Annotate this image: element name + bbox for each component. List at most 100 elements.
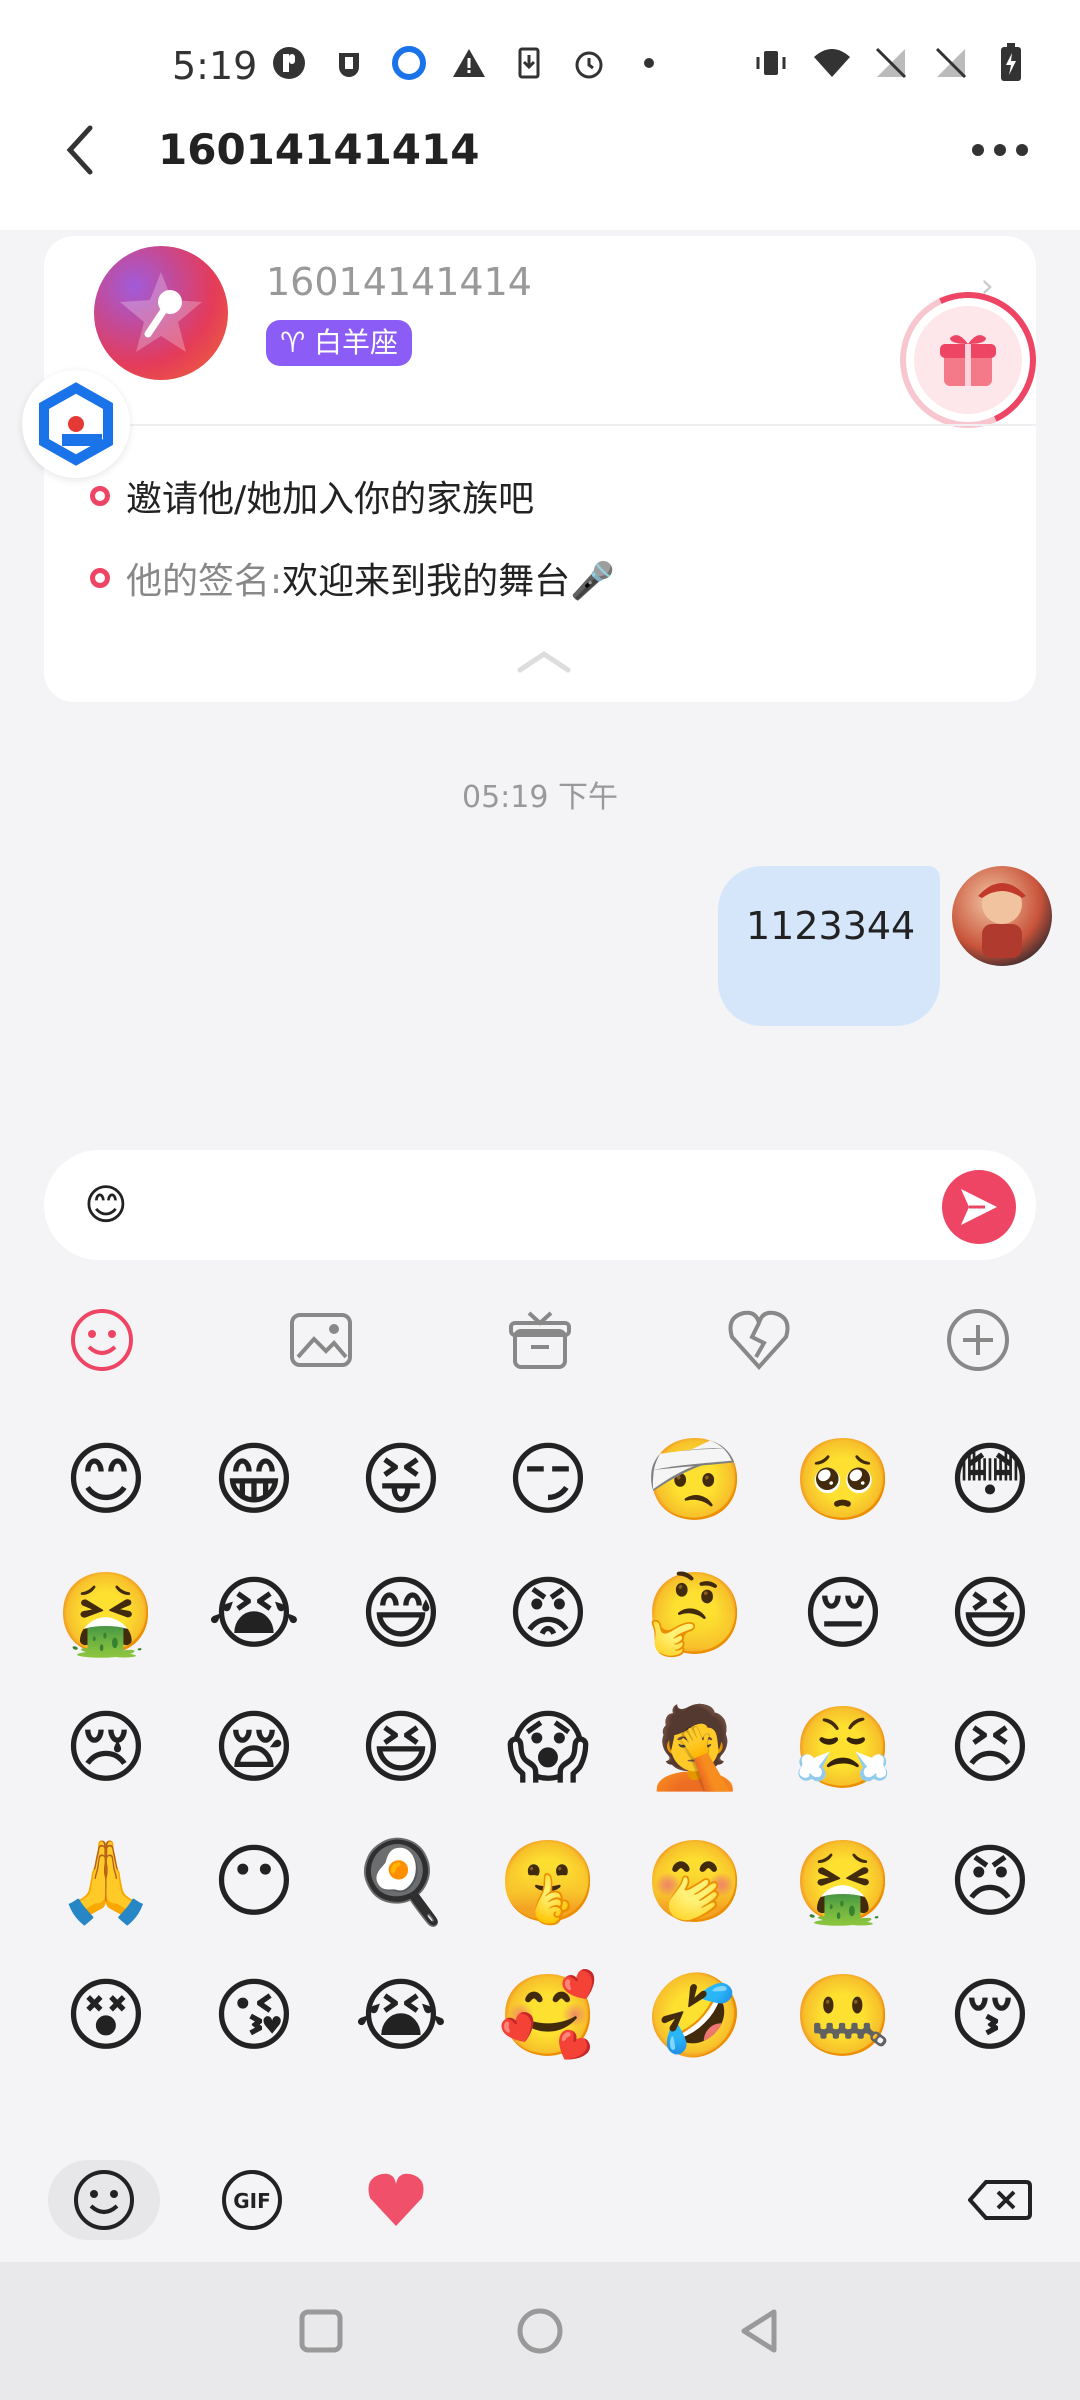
chevron-up-icon (517, 650, 571, 673)
collapse-button[interactable] (514, 646, 574, 676)
avatar-figure (978, 883, 1026, 958)
emoji-item[interactable]: 🤮 (56, 1564, 156, 1664)
signature-label: 他的签名: (126, 561, 283, 602)
status-time: 5:19 (172, 44, 258, 88)
emoji-item[interactable]: 😤 (793, 1698, 893, 1798)
input-value: 😊 (84, 1180, 128, 1229)
delete-button[interactable] (960, 2160, 1040, 2240)
p-app-icon (270, 44, 308, 82)
emoji-icon (71, 1309, 133, 1371)
emoji-item[interactable]: 🤮 (793, 1832, 893, 1932)
emoji-item[interactable]: 😅 (351, 1564, 451, 1664)
alarm-icon (570, 44, 608, 82)
emoji-item[interactable]: 🤐 (793, 1966, 893, 2066)
emoji-tab[interactable] (48, 2160, 160, 2240)
emoji-item[interactable]: 😔 (793, 1564, 893, 1664)
heart-tab[interactable] (356, 2160, 436, 2240)
status-icons-right (752, 43, 1030, 82)
emoji-panel-tabs: GIF (0, 2140, 1080, 2260)
emoji-item[interactable]: 😠 (940, 1832, 1040, 1932)
emoji-item[interactable]: 😘 (204, 1966, 304, 2066)
image-tool-button[interactable] (281, 1300, 361, 1380)
emoji-item[interactable]: 😪 (204, 1698, 304, 1798)
send-icon (961, 1189, 997, 1225)
emoji-item[interactable]: 😊 (56, 1430, 156, 1530)
plus-icon (947, 1309, 1009, 1371)
emoji-item[interactable]: 😏 (498, 1430, 598, 1530)
emoji-item[interactable]: 🤭 (645, 1832, 745, 1932)
microphone-star-icon (120, 272, 202, 352)
emoji-item[interactable]: 😚 (940, 1966, 1040, 2066)
warning-icon (450, 44, 488, 82)
my-avatar[interactable] (952, 866, 1052, 966)
signature-value: 欢迎来到我的舞台🎤 (282, 561, 615, 602)
wifi-icon (812, 44, 850, 82)
emoji-item[interactable]: 🤕 (645, 1430, 745, 1530)
plus-tool-button[interactable] (938, 1300, 1018, 1380)
emoji-item[interactable]: 🍳 (351, 1832, 451, 1932)
more-button[interactable] (960, 110, 1040, 190)
image-icon (290, 1313, 352, 1367)
emoji-item[interactable]: 🤫 (498, 1832, 598, 1932)
emoji-item[interactable]: 😭 (204, 1564, 304, 1664)
home-icon[interactable] (515, 2306, 565, 2356)
bullet-icon (90, 486, 110, 506)
browser-icon (390, 44, 428, 82)
system-nav-bar (0, 2262, 1080, 2400)
emoji-item[interactable]: 🤣 (645, 1966, 745, 2066)
emoji-item[interactable]: 😶 (204, 1832, 304, 1932)
emoji-tool-button[interactable] (62, 1300, 142, 1380)
heart-broken-tool-button[interactable] (719, 1300, 799, 1380)
invite-row[interactable]: 邀请他/她加入你的家族吧 (90, 470, 534, 522)
message-input[interactable]: 😊 (44, 1150, 1036, 1260)
dot-icon (630, 44, 668, 82)
heart-icon (368, 2173, 424, 2226)
download-icon (510, 44, 548, 82)
floating-app-logo[interactable] (22, 370, 130, 478)
back-arrow-icon (66, 125, 93, 175)
emoji-item[interactable]: 😆 (351, 1698, 451, 1798)
back-nav-icon[interactable] (734, 2306, 784, 2356)
profile-name: 16014141414 (266, 260, 532, 304)
profile-avatar[interactable] (94, 246, 228, 380)
bullet-icon (90, 568, 110, 588)
status-icons-left (270, 44, 668, 82)
profile-card: 16014141414 ♈ 白羊座 › 邀请他/她加入你的家族吧 他的签名: 欢… (44, 236, 1056, 702)
back-button[interactable] (50, 110, 110, 190)
vibrate-icon (752, 44, 790, 82)
emoji-item[interactable]: 🥺 (793, 1430, 893, 1530)
no-signal-icon (872, 44, 910, 82)
recents-icon[interactable] (296, 2306, 346, 2356)
page-title: 16014141414 (158, 125, 480, 174)
gift-progress-ring (880, 272, 1056, 448)
gif-label: GIF (233, 2189, 271, 2213)
emoji-item[interactable]: 😭 (351, 1966, 451, 2066)
emoji-item[interactable]: 😡 (498, 1564, 598, 1664)
message-bubble[interactable]: 1123344 (718, 866, 940, 1026)
gif-tab[interactable]: GIF (212, 2160, 292, 2240)
more-icon (972, 144, 1028, 156)
emoji-item[interactable]: 😁 (204, 1430, 304, 1530)
emoji-item[interactable]: 😝 (351, 1430, 451, 1530)
emoji-item[interactable]: 😣 (940, 1698, 1040, 1798)
no-signal-icon (932, 44, 970, 82)
card-divider (44, 424, 1036, 426)
emoji-item[interactable]: 🤦 (645, 1698, 745, 1798)
invite-text: 邀请他/她加入你的家族吧 (126, 479, 535, 520)
emoji-item[interactable]: 🤔 (645, 1564, 745, 1664)
emoji-item[interactable]: 🥰 (498, 1966, 598, 2066)
emoji-item[interactable]: 😆 (940, 1564, 1040, 1664)
send-button[interactable] (942, 1170, 1016, 1244)
gift-button[interactable] (880, 272, 1056, 448)
gift-icon (509, 1311, 571, 1369)
emoji-item[interactable]: 🙏 (56, 1832, 156, 1932)
top-app-bar: 16014141414 (0, 90, 1080, 230)
emoji-item[interactable]: 😱 (498, 1698, 598, 1798)
chat-timestamp: 05:19 下午 (462, 780, 618, 815)
battery-charging-icon (992, 43, 1030, 82)
emoji-item[interactable]: 😵 (56, 1966, 156, 2066)
backspace-icon (968, 2180, 1032, 2220)
emoji-item[interactable]: 😳 (940, 1430, 1040, 1530)
gift-tool-button[interactable] (500, 1300, 580, 1380)
emoji-item[interactable]: 😢 (56, 1698, 156, 1798)
